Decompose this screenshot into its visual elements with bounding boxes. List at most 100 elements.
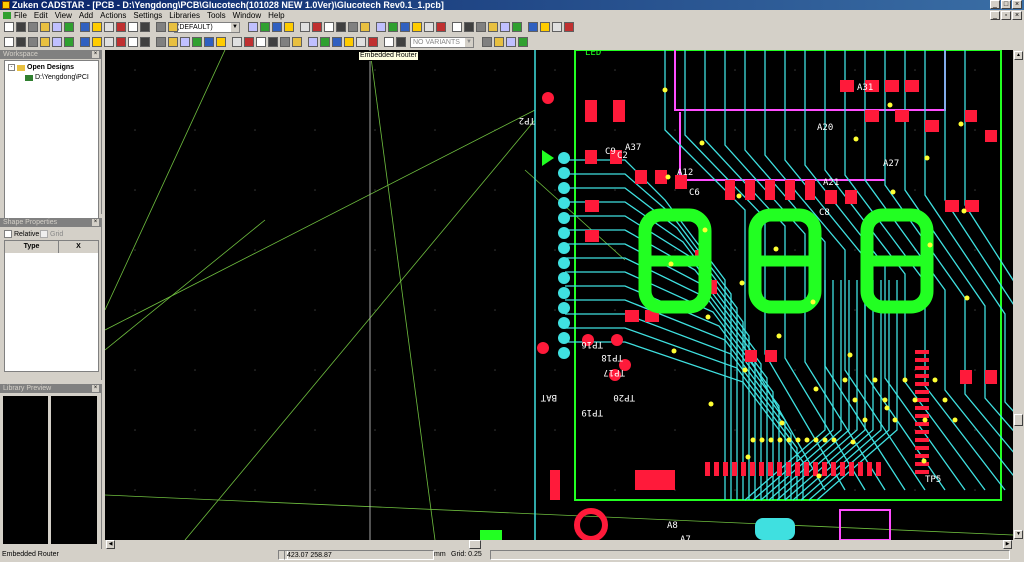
check-tool-icon[interactable] [312,22,322,32]
menu-add[interactable]: Add [79,10,93,21]
column-x[interactable]: X [59,241,98,253]
align-tool-icon[interactable] [506,37,516,47]
menu-window[interactable]: Window [233,10,261,21]
document-icon[interactable] [3,12,11,19]
save-tool-icon[interactable] [280,37,290,47]
redo-tool-icon[interactable] [116,22,126,32]
mdi-minimize-button[interactable]: _ [990,11,1000,20]
menu-settings[interactable]: Settings [133,10,162,21]
menu-libraries[interactable]: Libraries [169,10,200,21]
scroll-thumb[interactable] [469,540,481,549]
undo-tool-icon[interactable] [104,37,114,47]
save-tool-icon[interactable] [28,37,38,47]
scroll-right-icon[interactable]: ▶ [1003,540,1012,549]
mirror-tool-icon[interactable] [168,37,178,47]
scroll-thumb[interactable] [1014,414,1023,426]
menu-actions[interactable]: Actions [100,10,126,21]
mirror-tool-icon[interactable] [168,22,178,32]
align-tool-icon[interactable] [248,22,258,32]
open-tool-icon[interactable] [336,22,346,32]
open-tool-icon[interactable] [268,37,278,47]
paste-tool-icon[interactable] [400,22,410,32]
pcb-canvas[interactable]: TP2 A37 C9 A12 C6 A21 A20 C8 A31 A27 C2 TP16 TP18 TP1… [105,50,1013,540]
mdi-restore-button[interactable]: ▫ [1001,11,1011,20]
open-tool-icon[interactable] [16,37,26,47]
scroll-down-icon[interactable]: ▼ [1014,530,1023,539]
new-tool-icon[interactable] [4,37,14,47]
move-tool-icon[interactable] [140,37,150,47]
copy-tool-icon[interactable] [388,22,398,32]
check-tool-icon[interactable] [564,22,574,32]
grid-tool-icon[interactable] [512,22,522,32]
scroll-up-icon[interactable]: ▲ [1014,51,1023,60]
tree-root[interactable]: - Open Designs [8,64,74,71]
print-tool-icon[interactable] [360,22,370,32]
rotate-tool-icon[interactable] [476,22,486,32]
delete-tool-icon[interactable] [412,22,422,32]
close-icon[interactable]: × [92,385,99,392]
rotate-tool-icon[interactable] [156,22,166,32]
select-tool-icon[interactable] [452,22,462,32]
cut-tool-icon[interactable] [52,37,62,47]
undo-tool-icon[interactable] [104,22,114,32]
align-tool-icon[interactable] [180,37,190,47]
rotate-tool-icon[interactable] [156,37,166,47]
copy-tool-icon[interactable] [320,37,330,47]
redo-tool-icon[interactable] [116,37,126,47]
chevron-down-icon[interactable]: ▼ [465,38,473,47]
open-tool-icon[interactable] [16,22,26,32]
select-tool-icon[interactable] [384,37,394,47]
close-button[interactable]: × [1012,0,1022,9]
paste-tool-icon[interactable] [332,37,342,47]
chevron-down-icon[interactable]: ▼ [231,23,239,32]
grid-tool-icon[interactable] [260,22,270,32]
column-type[interactable]: Type [5,241,59,253]
rotate-tool-icon[interactable] [482,37,492,47]
menu-edit[interactable]: Edit [34,10,48,21]
checkbox-icon[interactable] [4,230,12,238]
menu-view[interactable]: View [55,10,72,21]
zoom-tool-icon[interactable] [528,22,538,32]
vertical-scrollbar[interactable]: ▲ ▼ [1013,50,1024,540]
delete-tool-icon[interactable] [344,37,354,47]
undo-tool-icon[interactable] [424,22,434,32]
move-tool-icon[interactable] [396,37,406,47]
new-tool-icon[interactable] [324,22,334,32]
pan-tool-icon[interactable] [216,37,226,47]
cut-tool-icon[interactable] [52,22,62,32]
menu-tools[interactable]: Tools [207,10,226,21]
grid-checkbox[interactable]: Grid [40,230,63,238]
variant-select[interactable]: (DEFAULT) ▼ [174,22,240,33]
variants-select[interactable]: NO VARIANTS ▼ [410,37,474,48]
new-tool-icon[interactable] [4,22,14,32]
scroll-left-icon[interactable]: ◀ [106,540,115,549]
save-tool-icon[interactable] [28,22,38,32]
cut-tool-icon[interactable] [308,37,318,47]
move-tool-icon[interactable] [140,22,150,32]
paste-tool-icon[interactable] [80,22,90,32]
minimize-button[interactable]: _ [990,0,1000,9]
checkbox-icon[interactable] [40,230,48,238]
undo-tool-icon[interactable] [356,37,366,47]
check-tool-icon[interactable] [244,37,254,47]
copy-tool-icon[interactable] [64,22,74,32]
menu-help[interactable]: Help [268,10,284,21]
zoom-tool-icon[interactable] [272,22,282,32]
menu-file[interactable]: File [14,10,27,21]
delete-tool-icon[interactable] [92,37,102,47]
workspace-tree[interactable]: - Open Designs D:\Yengdong\PCI [4,60,99,232]
grid-tool-icon[interactable] [518,37,528,47]
align-tool-icon[interactable] [500,22,510,32]
select-tool-icon[interactable] [128,37,138,47]
mdi-close-button[interactable]: × [1012,11,1022,20]
close-icon[interactable]: × [92,51,99,58]
route-tool-icon[interactable] [300,22,310,32]
mirror-tool-icon[interactable] [488,22,498,32]
mirror-tool-icon[interactable] [494,37,504,47]
route-tool-icon[interactable] [232,37,242,47]
new-tool-icon[interactable] [256,37,266,47]
paste-tool-icon[interactable] [80,37,90,47]
horizontal-scrollbar[interactable]: ◀ ▶ [105,540,1013,549]
cut-tool-icon[interactable] [376,22,386,32]
grid-tool-icon[interactable] [192,37,202,47]
